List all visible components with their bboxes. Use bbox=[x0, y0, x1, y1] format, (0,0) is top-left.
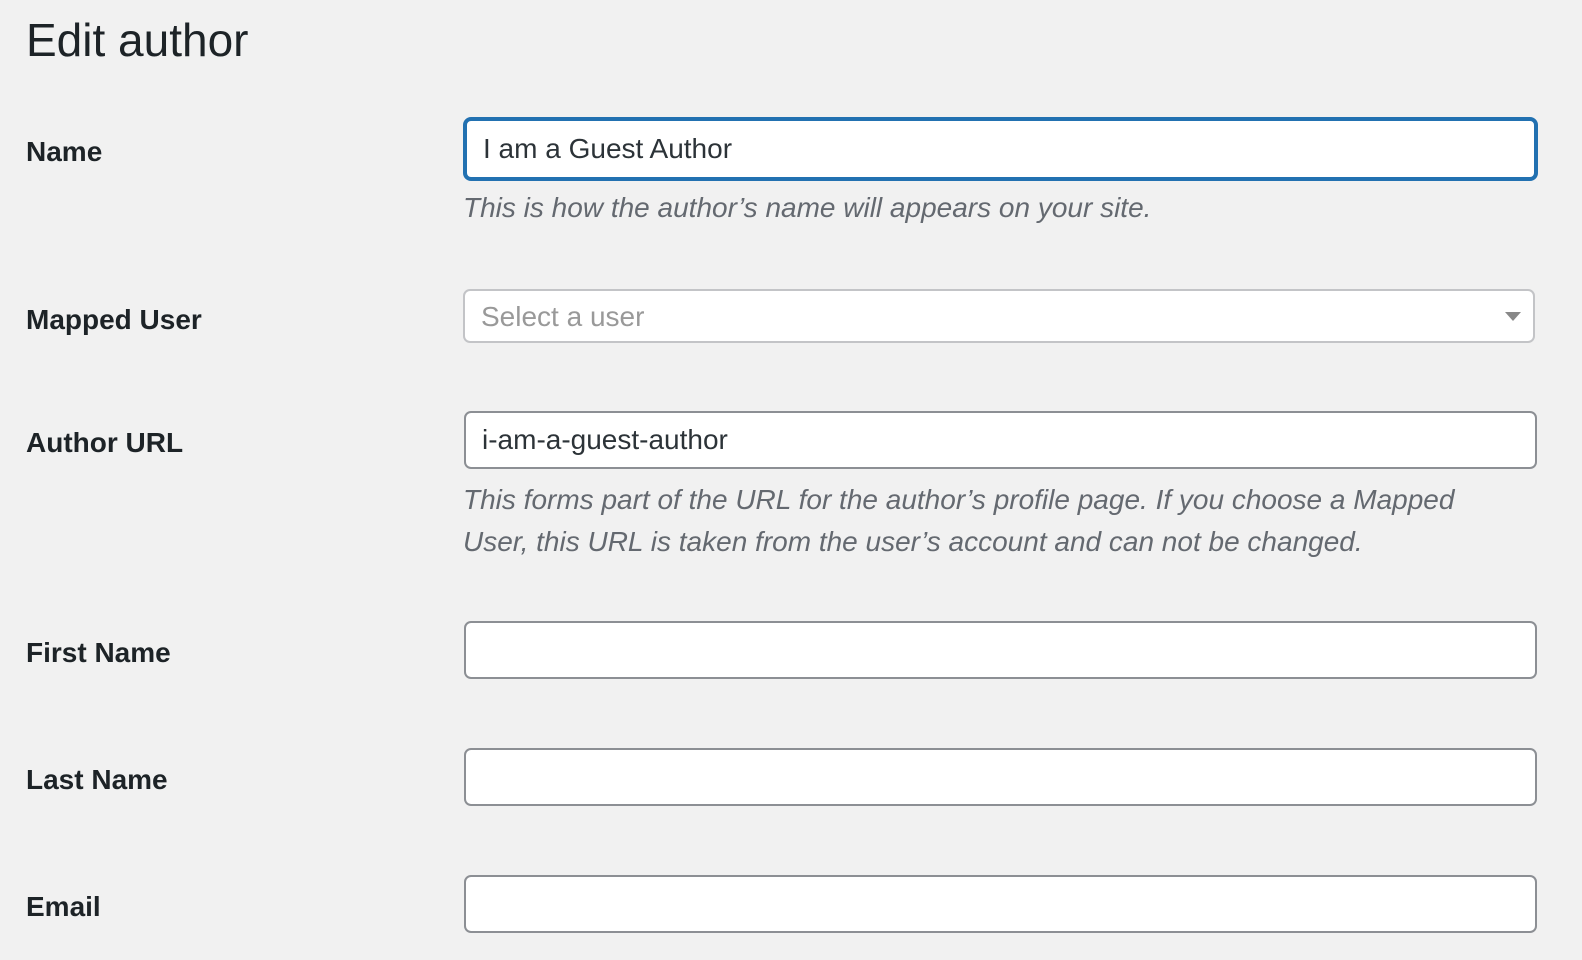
chevron-down-icon bbox=[1505, 312, 1521, 321]
author-url-description: This forms part of the URL for the autho… bbox=[463, 479, 1454, 563]
edit-author-page: Edit author Name This is how the author’… bbox=[0, 0, 1582, 960]
page-title: Edit author bbox=[26, 14, 249, 66]
email-input[interactable] bbox=[464, 875, 1537, 933]
last-name-label: Last Name bbox=[26, 764, 168, 795]
author-url-description-line-1: This forms part of the URL for the autho… bbox=[463, 484, 1455, 515]
author-url-label: Author URL bbox=[26, 427, 184, 458]
email-label: Email bbox=[26, 891, 101, 922]
first-name-label: First Name bbox=[26, 637, 171, 668]
name-description: This is how the author’s name will appea… bbox=[463, 192, 1152, 223]
mapped-user-select[interactable]: Select a user bbox=[463, 289, 1535, 343]
name-label: Name bbox=[26, 136, 103, 167]
first-name-input[interactable] bbox=[464, 621, 1537, 679]
name-input[interactable] bbox=[464, 118, 1537, 180]
author-url-description-line-2: User, this URL is taken from the user’s … bbox=[463, 526, 1363, 557]
author-url-input[interactable] bbox=[464, 411, 1537, 469]
last-name-input[interactable] bbox=[464, 748, 1537, 806]
mapped-user-placeholder: Select a user bbox=[481, 301, 645, 332]
mapped-user-label: Mapped User bbox=[26, 304, 202, 335]
